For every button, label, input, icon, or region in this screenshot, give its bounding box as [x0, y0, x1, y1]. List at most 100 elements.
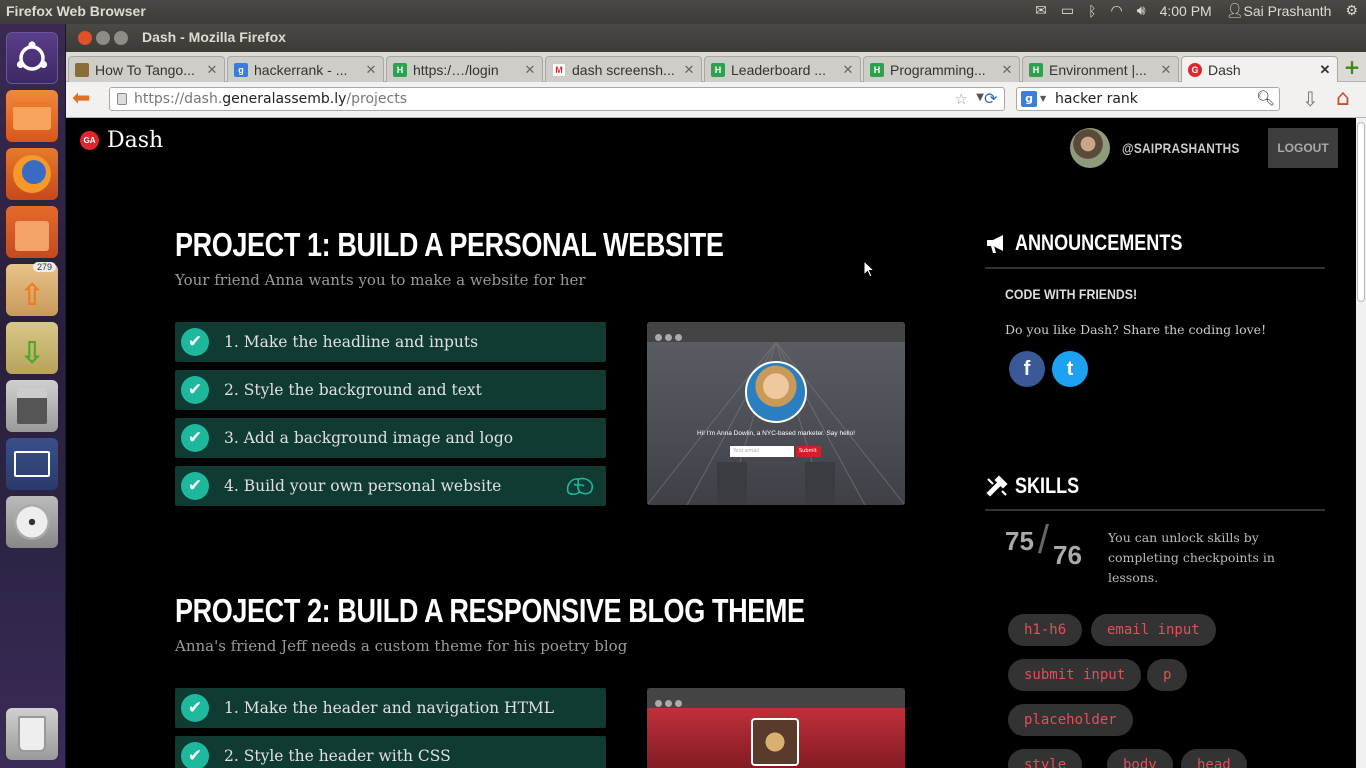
files-icon[interactable]: [6, 90, 58, 142]
preview-submit-button: Submit: [796, 446, 821, 457]
downloads-icon[interactable]: ⇩: [6, 322, 58, 374]
close-tab-icon[interactable]: ✕: [522, 62, 538, 78]
url-path: /projects: [346, 91, 408, 107]
user-icon: 👤︎: [1225, 2, 1244, 18]
tab-programming[interactable]: H Programming... ✕: [863, 56, 1020, 82]
close-tab-icon[interactable]: ✕: [681, 62, 697, 78]
url-domain: generalassemb.ly: [222, 91, 347, 107]
checkmark-icon: ✔: [181, 472, 209, 500]
tab-login[interactable]: Hhttps:/…/login ✕: [386, 56, 543, 82]
project-1-step-2[interactable]: ✔ 2. Style the background and text: [175, 370, 606, 410]
close-tab-icon[interactable]: ✕: [840, 62, 856, 78]
facebook-share-button[interactable]: f: [1009, 351, 1045, 387]
step-label: 2. Style the header with CSS: [224, 747, 451, 765]
settings-gear-icon[interactable]: ⚙: [1345, 2, 1358, 19]
tab-leaderboard[interactable]: H Leaderboard ... ✕: [704, 56, 861, 82]
project-2-step-2[interactable]: ✔ 2. Style the header with CSS: [175, 736, 606, 768]
skill-chip[interactable]: submit input: [1008, 659, 1142, 691]
project-1-step-3[interactable]: ✔ 3. Add a background image and logo: [175, 418, 606, 458]
mail-icon[interactable]: ✉: [1035, 2, 1047, 19]
downloads-arrow-icon[interactable]: ⇩: [1302, 87, 1319, 111]
close-tab-icon[interactable]: ✕: [204, 62, 220, 78]
search-bar[interactable]: g ▼ hacker rank 🔍︎: [1016, 87, 1280, 111]
project-2-preview[interactable]: [647, 688, 905, 768]
brain-icon: [566, 477, 594, 496]
tab-dash[interactable]: G Dash ✕: [1181, 56, 1338, 82]
clock[interactable]: 4:00 PM: [1160, 3, 1212, 19]
tab-hackerrank-search[interactable]: g hackerrank - ... ✕: [227, 56, 384, 82]
back-arrow-icon[interactable]: ⬅: [72, 88, 98, 112]
preview-caption: Hi! I'm Anna Dowlin, a NYC-based markete…: [696, 430, 856, 437]
tab-environment[interactable]: H Environment |... ✕: [1022, 56, 1179, 82]
maximize-window-button[interactable]: [114, 31, 128, 45]
ubuntu-dash-icon[interactable]: [6, 32, 58, 84]
project-1-step-1[interactable]: ✔ 1. Make the headline and inputs: [175, 322, 606, 362]
close-window-button[interactable]: [78, 31, 92, 45]
tab-bar: How To Tango... ✕ g hackerrank - ... ✕ Hhtt…: [66, 52, 1366, 82]
logout-button[interactable]: LOGOUT: [1268, 128, 1338, 168]
skills-divider: [985, 509, 1325, 511]
preview-body: [647, 708, 905, 768]
new-tab-icon[interactable]: +: [1342, 57, 1362, 78]
ga-favicon-icon: G: [1188, 62, 1202, 77]
calculator-icon[interactable]: [6, 380, 58, 432]
bluetooth-icon[interactable]: ᛒ: [1088, 3, 1096, 19]
skill-chip[interactable]: body: [1107, 749, 1173, 768]
skill-chip[interactable]: style: [1008, 749, 1083, 768]
user-menu[interactable]: 👤︎ Sai Prashanth: [1226, 2, 1332, 19]
volume-icon[interactable]: 🔊︎: [1137, 2, 1146, 19]
bookmark-star-icon[interactable]: ☆: [955, 90, 968, 108]
tab-how-to-tango[interactable]: How To Tango... ✕: [68, 56, 225, 82]
skill-chip[interactable]: h1-h6: [1008, 614, 1083, 646]
url-bar[interactable]: https://dash.generalassemb.ly/projects ☆…: [109, 87, 1005, 111]
search-engine-dropdown-icon[interactable]: ▼: [1040, 94, 1046, 103]
skills-heading: SKILLS: [985, 473, 1093, 499]
search-input[interactable]: hacker rank: [1055, 91, 1138, 107]
home-icon[interactable]: ⌂: [1336, 86, 1350, 111]
reload-icon[interactable]: ⟳: [984, 89, 997, 108]
skill-chip[interactable]: placeholder: [1008, 704, 1133, 736]
update-manager-icon[interactable]: 279 ⇧: [6, 262, 58, 316]
project-2-title[interactable]: PROJECT 2: BUILD A RESPONSIVE BLOG THEME: [175, 592, 805, 630]
close-tab-icon[interactable]: ✕: [999, 62, 1015, 78]
software-center-icon[interactable]: [6, 206, 58, 258]
gmail-favicon-icon: M: [552, 62, 566, 77]
skills-separator: /: [1037, 518, 1050, 562]
project-1-step-4[interactable]: ✔ 4. Build your own personal website: [175, 466, 606, 506]
tab-dash-screenshot[interactable]: Mdash screensh... ✕: [545, 56, 702, 82]
twitter-share-button[interactable]: t: [1052, 351, 1088, 387]
search-icon[interactable]: 🔍︎: [1256, 89, 1275, 107]
battery-icon[interactable]: ▭: [1061, 2, 1074, 19]
skill-chip[interactable]: email input: [1091, 614, 1216, 646]
firefox-icon[interactable]: [6, 148, 58, 200]
brand-name: Dash: [107, 128, 164, 153]
scrollbar-thumb[interactable]: [1357, 122, 1365, 302]
avatar[interactable]: [1070, 128, 1110, 168]
close-tab-icon[interactable]: ✕: [1317, 62, 1333, 78]
url-dropdown-icon[interactable]: ▼: [976, 92, 984, 103]
launcher: 279 ⇧ ⇩: [0, 24, 66, 768]
preview-window-bar: [647, 322, 905, 342]
workspaces-icon[interactable]: [6, 438, 58, 490]
close-tab-icon[interactable]: ✕: [1158, 62, 1174, 78]
project-2-step-1[interactable]: ✔ 1. Make the header and navigation HTML: [175, 688, 606, 728]
minimize-window-button[interactable]: [96, 31, 110, 45]
anna-avatar: [745, 361, 807, 423]
brand[interactable]: GA Dash: [80, 128, 163, 153]
google-engine-icon[interactable]: g: [1021, 91, 1037, 107]
skill-chip[interactable]: head: [1181, 749, 1247, 768]
page-content: GA Dash @SAIPRASHANTHS LOGOUT PROJECT 1:…: [66, 118, 1356, 768]
page-scrollbar[interactable]: [1356, 118, 1366, 768]
project-1-title[interactable]: PROJECT 1: BUILD A PERSONAL WEBSITE: [175, 226, 724, 264]
wifi-icon[interactable]: ◠: [1111, 2, 1123, 19]
announcements-heading: ANNOUNCEMENTS: [985, 230, 1219, 256]
dvd-burner-icon[interactable]: [6, 496, 58, 548]
trash-icon[interactable]: [6, 708, 58, 760]
close-tab-icon[interactable]: ✕: [363, 62, 379, 78]
skill-chip[interactable]: p: [1147, 659, 1188, 691]
twitter-icon: t: [1066, 358, 1074, 380]
project-1-preview[interactable]: Hi! I'm Anna Dowlin, a NYC-based markete…: [647, 322, 905, 505]
username[interactable]: @SAIPRASHANTHS: [1122, 140, 1239, 156]
megaphone-icon: [987, 235, 1003, 253]
project-2-subtitle: Anna's friend Jeff needs a custom theme …: [175, 637, 628, 655]
